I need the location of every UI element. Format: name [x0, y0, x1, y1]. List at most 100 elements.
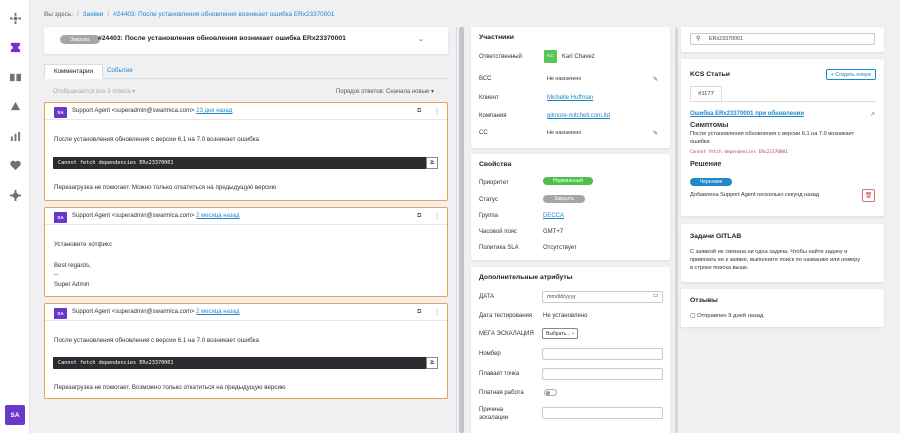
sla-value: Отсутствует	[543, 245, 577, 251]
breadcrumb-current[interactable]: #24403: После установления обновления во…	[113, 11, 334, 18]
group-link[interactable]: DECCA	[543, 213, 564, 219]
search-input[interactable]: ⚲ ERx23370001	[690, 33, 875, 45]
number-label: Номбер	[479, 351, 501, 357]
reports-icon[interactable]	[8, 129, 22, 143]
gitlab-text: в строке поиска выше.	[690, 265, 749, 271]
author-avatar: SA	[54, 308, 67, 319]
comment-time[interactable]: 23 дня назад	[196, 108, 232, 114]
comment-text: Best regards,	[54, 262, 91, 269]
comment-text: После установления обновления с версии 6…	[54, 337, 259, 344]
sidebar-scrollbar[interactable]	[675, 27, 678, 433]
participants-title: Участники	[479, 34, 514, 41]
breadcrumb: Вы здесь: / Заявки / #24403: После установле…	[44, 11, 335, 18]
tab-article[interactable]: #1177	[690, 86, 722, 101]
date-placeholder: mm/dd/yyyy	[547, 294, 576, 300]
escalation-reason-input[interactable]	[542, 407, 663, 419]
symptoms-text: После установления обновления с версии 6…	[690, 131, 855, 137]
comment-header: SA Support Agent <superadmin@swarmica.co…	[45, 304, 447, 321]
calendar-icon[interactable]: ▭	[653, 293, 658, 299]
float-input[interactable]	[542, 368, 663, 380]
tickets-icon[interactable]	[8, 40, 22, 54]
gitlab-text: С заявкой не связана ни одна задача. Что…	[690, 249, 848, 255]
status-label: Статус	[479, 197, 498, 203]
ticket-state-badge: Закрыта	[60, 35, 100, 44]
symptoms-heading: Симптомы	[690, 120, 729, 129]
comment-text: Установите хотфикс	[54, 241, 112, 248]
gitlab-panel: Задачи GITLAB С заявкой не связана ни од…	[681, 224, 884, 282]
copy-code-icon[interactable]: ⧉	[426, 357, 438, 369]
symptoms-text: ошибка	[690, 139, 710, 145]
status-badge[interactable]: Закрыта	[543, 195, 585, 203]
breadcrumb-prefix: Вы здесь:	[44, 11, 74, 18]
date-input[interactable]: mm/dd/yyyy ▭	[542, 291, 663, 303]
health-icon[interactable]	[8, 158, 22, 172]
comment-author-line: Support Agent <superadmin@swarmica.com> …	[72, 213, 239, 219]
escalation-value: Выбрать...	[546, 331, 571, 337]
nav-rail: SA	[0, 0, 30, 433]
copy-icon[interactable]: ⧉	[417, 213, 421, 220]
test-date-value: Не установлено	[543, 313, 588, 319]
sla-label: Политика SLA	[479, 245, 519, 251]
article-added-text: Добавлена Support Agent несколько секунд…	[690, 192, 820, 198]
comment-header: SA Support Agent <superadmin@swarmica.co…	[45, 208, 447, 225]
more-icon[interactable]: ⋮	[434, 309, 440, 316]
test-date-label: Дата тестирования	[479, 313, 533, 319]
company-link[interactable]: gilmore-mitchell.com.ltd	[547, 113, 610, 119]
copy-icon[interactable]: ⧉	[417, 108, 421, 115]
bcc-label: ВСС	[479, 76, 492, 82]
tab-events[interactable]: События	[98, 64, 142, 79]
author-avatar: SA	[54, 212, 67, 223]
more-icon[interactable]: ⋮	[434, 213, 440, 220]
priority-label: Приоритет	[479, 180, 509, 186]
dashboard-icon[interactable]	[8, 11, 22, 25]
assignee-value[interactable]: Kari Chavez	[562, 54, 595, 60]
code-block: Cannot fetch dependencies ERx23370001 ⧉	[53, 157, 438, 169]
user-avatar[interactable]: SA	[5, 405, 25, 425]
community-icon[interactable]	[8, 99, 22, 113]
attributes-panel: Дополнительные атрибуты ДАТА mm/dd/yyyy ▭…	[471, 267, 670, 433]
comments-scrollbar[interactable]	[459, 27, 464, 433]
article-link[interactable]: Ошибка ERx23370001 при обновлении	[690, 111, 804, 117]
escalation-select[interactable]: Выбрать... ⌄	[542, 328, 578, 339]
paid-work-toggle[interactable]	[544, 389, 557, 396]
show-all-replies[interactable]: Отображаются все 3 ответа ▾	[53, 88, 135, 95]
gitlab-title: Задачи GITLAB	[690, 233, 742, 240]
comment-time[interactable]: 2 месяца назад	[196, 213, 239, 219]
create-article-button[interactable]: + Создать новую	[826, 69, 876, 80]
float-label: Плавает точка	[479, 371, 520, 377]
search-panel: ⚲ ERx23370001	[681, 27, 884, 52]
comment-author: Support Agent <superadmin@swarmica.com>	[72, 309, 195, 315]
chevron-down-icon[interactable]: ⌄	[418, 35, 424, 43]
feedback-panel: Отзывы ▢ Отправлен 9 дней назад	[681, 289, 884, 327]
settings-icon[interactable]	[8, 188, 22, 202]
number-input[interactable]	[542, 348, 663, 360]
knowledge-base-icon[interactable]	[8, 70, 22, 84]
timezone-value: GMT+7	[543, 229, 564, 235]
copy-code-icon[interactable]: ⧉	[426, 157, 438, 169]
more-icon[interactable]: ⋮	[434, 108, 440, 115]
trash-icon[interactable]: 🗑	[862, 189, 875, 202]
edit-bcc-icon[interactable]: ✎	[653, 76, 658, 83]
bcc-value: Не назначено	[547, 76, 582, 82]
comment-author: Support Agent <superadmin@swarmica.com>	[72, 108, 195, 114]
feedback-sent-text: Отправлен 9 дней назад	[697, 313, 764, 319]
breadcrumb-tickets-link[interactable]: Заявки	[83, 11, 104, 18]
client-label: Клиент	[479, 95, 499, 101]
copy-icon[interactable]: ⧉	[417, 309, 421, 316]
edit-cc-icon[interactable]: ✎	[653, 130, 658, 137]
escalation-reason-label-1: Причина	[479, 407, 504, 413]
comment-card: SA Support Agent <superadmin@swarmica.co…	[44, 303, 448, 399]
chevron-down-icon: ⌄	[570, 330, 575, 336]
code-text: Cannot fetch dependencies ERx23370001	[58, 360, 174, 366]
external-link-icon[interactable]: ↗	[870, 111, 875, 118]
comment-time[interactable]: 2 месяца назад	[196, 309, 239, 315]
kcs-panel: KCS Статьи + Создать новую #1177 Ошибка …	[681, 59, 884, 216]
client-link[interactable]: Michelle Huffman	[547, 95, 593, 101]
code-text: Cannot fetch dependencies ERx23370001	[58, 160, 174, 166]
comment-card: SA Support Agent <superadmin@swarmica.co…	[44, 102, 448, 201]
priority-badge[interactable]: Нормальный	[543, 177, 593, 185]
search-icon: ⚲	[696, 36, 701, 42]
sort-order-dropdown[interactable]: Порядок ответов: Сначала новые ▾	[336, 88, 434, 95]
tab-comments[interactable]: Комментарии	[44, 64, 103, 79]
cc-label: CC	[479, 130, 488, 136]
